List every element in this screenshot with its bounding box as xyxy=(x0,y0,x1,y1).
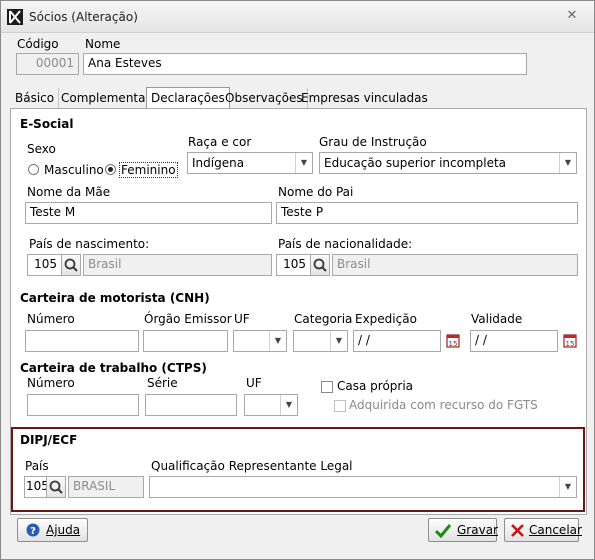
dipj-pais-search-button[interactable] xyxy=(46,476,66,498)
fgts-label: Adquirida com recurso do FGTS xyxy=(349,398,538,412)
search-icon xyxy=(49,480,63,494)
cnh-categoria-select[interactable]: ▼ xyxy=(293,330,348,352)
ctps-uf-label: UF xyxy=(246,376,262,390)
masculino-radio[interactable] xyxy=(28,164,39,175)
mae-label: Nome da Mãe xyxy=(27,185,111,199)
chevron-down-icon[interactable]: ▼ xyxy=(280,395,297,415)
ctps-numero-label: Número xyxy=(27,376,75,390)
dialog-window: Sócios (Alteração) ✕ Código 00001 Nome A… xyxy=(0,0,595,560)
dipj-qualif-select[interactable]: ▼ xyxy=(149,476,577,498)
cnh-expedicao-field[interactable]: / / xyxy=(353,330,441,352)
cnh-categoria-label: Categoria xyxy=(294,312,353,326)
svg-text:15: 15 xyxy=(566,340,575,348)
cnh-validade-label: Validade xyxy=(471,312,523,326)
cnh-uf-select[interactable]: ▼ xyxy=(233,330,287,352)
cancel-button-label: Cancelar xyxy=(529,523,582,537)
grau-label: Grau de Instrução xyxy=(319,135,427,149)
tab-complementar[interactable]: Complementar xyxy=(57,88,156,108)
ctps-serie-label: Série xyxy=(147,376,178,390)
codigo-label: Código xyxy=(17,37,59,51)
grau-value: Educação superior incompleta xyxy=(324,156,507,170)
cnh-expedicao-label: Expedição xyxy=(355,312,417,326)
ctps-numero-field[interactable] xyxy=(27,394,139,416)
search-icon xyxy=(64,258,78,272)
cnh-orgao-label: Órgão Emissor xyxy=(144,312,232,326)
chevron-down-icon[interactable]: ▼ xyxy=(295,153,312,173)
casa-propria-label[interactable]: Casa própria xyxy=(337,379,413,393)
fgts-checkbox xyxy=(334,400,346,412)
tab-declaracoes[interactable]: Declarações xyxy=(146,87,230,110)
help-button[interactable]: ? Ajuda xyxy=(17,518,88,542)
pais-nacionalidade-search-button[interactable] xyxy=(310,254,330,276)
dipj-pais-code[interactable]: 105 xyxy=(24,476,47,498)
pais-nascimento-code[interactable]: 105 xyxy=(27,254,62,276)
chevron-down-icon[interactable]: ▼ xyxy=(269,331,286,351)
casa-propria-checkbox[interactable] xyxy=(321,381,333,393)
pai-field[interactable]: Teste P xyxy=(276,202,578,224)
app-logo-icon xyxy=(7,9,23,25)
svg-text:15: 15 xyxy=(449,340,458,348)
grau-select[interactable]: Educação superior incompleta ▼ xyxy=(319,152,577,174)
chevron-down-icon[interactable]: ▼ xyxy=(330,331,347,351)
search-icon xyxy=(313,258,327,272)
cnh-numero-field[interactable] xyxy=(25,330,139,352)
sexo-label: Sexo xyxy=(27,142,56,156)
chevron-down-icon[interactable]: ▼ xyxy=(559,153,576,173)
close-icon[interactable]: ✕ xyxy=(565,9,579,23)
svg-text:?: ? xyxy=(30,526,36,537)
esocial-section-title: E-Social xyxy=(20,117,74,131)
masculino-label[interactable]: Masculino xyxy=(44,163,104,177)
pais-nacionalidade-code[interactable]: 105 xyxy=(276,254,311,276)
save-button-label: Gravar xyxy=(457,523,498,537)
pais-nascimento-name: Brasil xyxy=(83,254,272,276)
cancel-x-icon xyxy=(511,524,524,537)
raca-select[interactable]: Indígena ▼ xyxy=(187,152,313,174)
pais-nascimento-search-button[interactable] xyxy=(61,254,81,276)
help-icon: ? xyxy=(26,523,40,537)
pais-nacionalidade-name: Brasil xyxy=(332,254,578,276)
cnh-numero-label: Número xyxy=(27,312,75,326)
cnh-orgao-field[interactable] xyxy=(143,330,228,352)
codigo-field: 00001 xyxy=(16,53,79,75)
dipj-qualif-label: Qualificação Representante Legal xyxy=(151,459,353,473)
calendar-icon[interactable]: 15 xyxy=(446,334,460,348)
window-title: Sócios (Alteração) xyxy=(29,10,138,24)
calendar-icon[interactable]: 15 xyxy=(563,334,577,348)
pais-nacionalidade-label: País de nacionalidade: xyxy=(278,237,413,251)
raca-label: Raça e cor xyxy=(188,135,252,149)
dipj-pais-name: BRASIL xyxy=(68,476,144,498)
cnh-uf-label: UF xyxy=(234,312,250,326)
tab-basico[interactable]: Básico xyxy=(11,88,60,108)
raca-value: Indígena xyxy=(192,156,245,170)
dipj-section-title: DIPJ/ECF xyxy=(20,433,78,447)
dipj-pais-label: País xyxy=(25,459,49,473)
tab-empresas-vinculadas[interactable]: Empresas vinculadas xyxy=(297,88,432,108)
mae-field[interactable]: Teste M xyxy=(25,202,272,224)
cancel-button[interactable]: Cancelar xyxy=(504,518,582,542)
pais-nascimento-label: País de nascimento: xyxy=(29,237,150,251)
save-button[interactable]: Gravar xyxy=(428,518,498,542)
feminino-label[interactable]: Feminino xyxy=(119,162,178,178)
help-button-label: Ajuda xyxy=(46,523,81,537)
ctps-section-title: Carteira de trabalho (CTPS) xyxy=(20,361,207,375)
nome-field[interactable]: Ana Esteves xyxy=(83,53,527,75)
pai-label: Nome do Pai xyxy=(278,185,354,199)
cnh-validade-field[interactable]: / / xyxy=(470,330,558,352)
tab-observacoes[interactable]: Observações xyxy=(221,88,308,108)
ctps-uf-select[interactable]: ▼ xyxy=(244,394,298,416)
chevron-down-icon[interactable]: ▼ xyxy=(559,477,576,497)
cnh-section-title: Carteira de motorista (CNH) xyxy=(20,291,210,305)
nome-label: Nome xyxy=(85,37,121,51)
feminino-radio[interactable] xyxy=(105,164,116,175)
ctps-serie-field[interactable] xyxy=(145,394,237,416)
title-bar: Sócios (Alteração) ✕ xyxy=(1,1,594,33)
checkmark-icon xyxy=(435,524,451,538)
